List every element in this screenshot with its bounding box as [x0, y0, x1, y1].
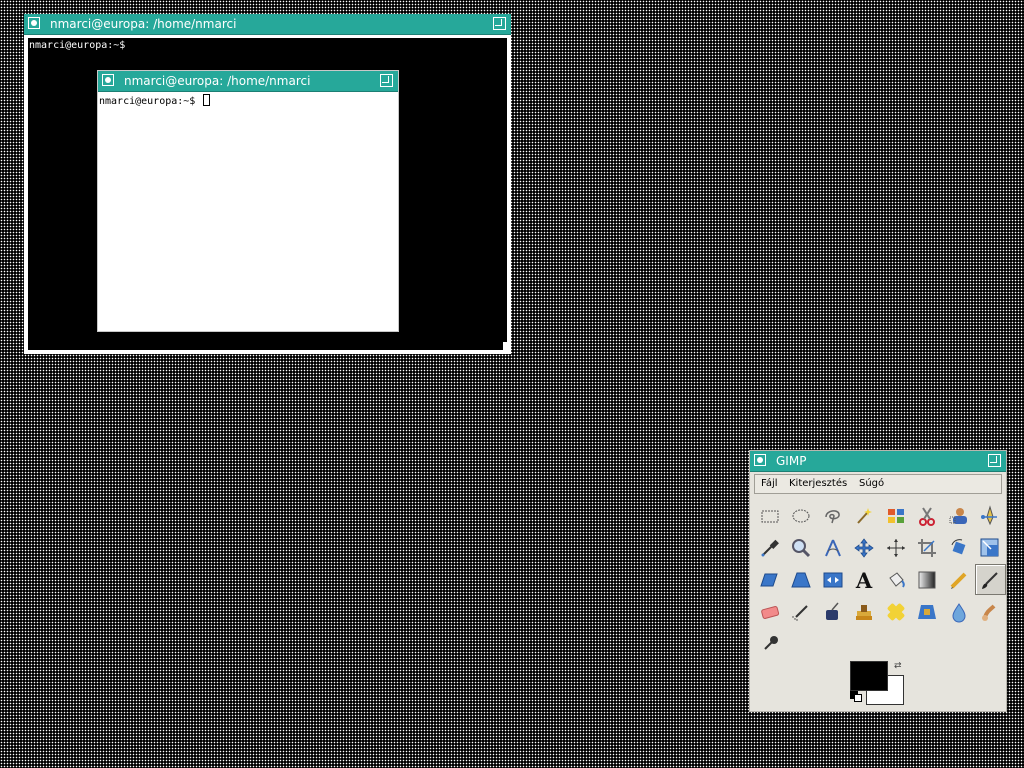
airbrush-icon [792, 604, 808, 621]
window-title: GIMP [776, 454, 807, 468]
color-select-icon [887, 508, 904, 523]
resize-grip[interactable] [503, 342, 511, 354]
scale-icon [980, 538, 999, 556]
smudge-tool-button[interactable] [975, 596, 1006, 627]
menu-help[interactable]: Súgó [859, 478, 884, 489]
heal-tool-button[interactable] [880, 596, 911, 627]
default-colors-icon[interactable] [850, 691, 862, 702]
align-icon [886, 538, 905, 557]
swap-colors-icon[interactable]: ⇄ [894, 661, 904, 671]
blur-icon [951, 602, 966, 622]
crop-icon [918, 538, 936, 557]
blend-icon [918, 571, 936, 588]
rect-select-tool-button[interactable] [754, 500, 785, 531]
shear-tool-button[interactable] [754, 564, 785, 595]
free-select-tool-button[interactable] [817, 500, 848, 531]
pencil-tool-button[interactable] [943, 564, 974, 595]
foreground-select-icon [949, 507, 967, 524]
text-tool-button[interactable]: A [849, 564, 880, 595]
heal-icon [887, 603, 904, 620]
foreground-color-swatch[interactable] [850, 661, 888, 691]
paths-icon [981, 504, 997, 525]
perspective-clone-icon [918, 604, 936, 619]
scale-tool-button[interactable] [975, 532, 1006, 563]
paintbrush-tool-button[interactable] [974, 564, 1006, 595]
foreground-select-tool-button[interactable] [943, 500, 974, 531]
text-cursor [203, 94, 211, 106]
pencil-icon [950, 572, 966, 589]
titlebar[interactable]: nmarci@europa: /home/nmarci [98, 71, 398, 92]
maximize-icon[interactable] [988, 454, 1001, 467]
bucket-fill-tool-button[interactable] [880, 564, 911, 595]
ink-icon [825, 602, 839, 620]
fuzzy-select-tool-button[interactable] [849, 500, 880, 531]
crop-tool-button[interactable] [912, 532, 943, 563]
flip-icon [823, 572, 842, 587]
align-tool-button[interactable] [880, 532, 911, 563]
ink-tool-button[interactable] [817, 596, 848, 627]
eraser-tool-button[interactable] [754, 596, 785, 627]
titlebar[interactable]: nmarci@europa: /home/nmarci [24, 14, 511, 35]
perspective-icon [791, 572, 811, 587]
menu-bar: Fájl Kiterjesztés Súgó [754, 474, 1002, 494]
terminal-output[interactable]: nmarci@europa:~$ [98, 92, 398, 331]
window-menu-icon[interactable] [754, 454, 766, 466]
perspective-tool-button[interactable] [786, 564, 817, 595]
color-picker-tool-button[interactable] [754, 532, 785, 563]
blur-tool-button[interactable] [943, 596, 974, 627]
rotate-tool-button[interactable] [943, 532, 974, 563]
svg-text:A: A [855, 569, 873, 591]
airbrush-tool-button[interactable] [786, 596, 817, 627]
fuzzy-select-icon [857, 507, 872, 524]
move-icon [854, 537, 874, 558]
window-title: nmarci@europa: /home/nmarci [124, 74, 311, 88]
dodge-burn-icon [763, 635, 778, 650]
rotate-icon [951, 538, 965, 554]
rect-select-icon [761, 510, 778, 522]
bucket-fill-icon [888, 571, 905, 588]
measure-tool-button[interactable] [817, 532, 848, 563]
menu-file[interactable]: Fájl [761, 478, 778, 489]
clone-tool-button[interactable] [849, 596, 880, 627]
window-title: nmarci@europa: /home/nmarci [50, 17, 237, 31]
window-menu-icon[interactable] [28, 17, 40, 29]
maximize-icon[interactable] [493, 17, 506, 30]
free-select-icon [824, 509, 840, 523]
zoom-icon [792, 538, 811, 557]
ellipse-select-icon [792, 509, 810, 522]
color-area: ⇄ [850, 661, 906, 705]
paths-tool-button[interactable] [975, 500, 1006, 531]
clone-icon [856, 604, 872, 620]
smudge-icon [982, 604, 996, 621]
paintbrush-icon [982, 571, 998, 589]
terminal-prompt: nmarci@europa:~$ [99, 96, 202, 107]
zoom-tool-button[interactable] [786, 532, 817, 563]
scissors-icon [919, 506, 935, 526]
titlebar[interactable]: GIMP [750, 451, 1006, 472]
perspective-clone-tool-button[interactable] [912, 596, 943, 627]
dodge-burn-tool-button[interactable] [754, 628, 785, 659]
menu-extensions[interactable]: Kiterjesztés [789, 478, 847, 489]
blend-tool-button[interactable] [912, 564, 943, 595]
gimp-toolbox-window[interactable]: GIMP Fájl Kiterjesztés Súgó A ⇄ [749, 450, 1007, 712]
terminal-window-2[interactable]: nmarci@europa: /home/nmarci nmarci@europ… [97, 70, 399, 332]
maximize-icon[interactable] [380, 74, 393, 87]
window-menu-icon[interactable] [102, 74, 114, 86]
text-icon: A [855, 569, 873, 591]
ellipse-select-tool-button[interactable] [786, 500, 817, 531]
shear-icon [759, 573, 778, 586]
color-select-tool-button[interactable] [880, 500, 911, 531]
color-picker-icon [761, 539, 779, 556]
move-tool-button[interactable] [849, 532, 880, 563]
flip-tool-button[interactable] [817, 564, 848, 595]
measure-icon [824, 539, 841, 556]
eraser-icon [760, 605, 779, 619]
terminal-prompt: nmarci@europa:~$ [29, 40, 126, 51]
tool-grid: A [754, 500, 1006, 660]
scissors-tool-button[interactable] [912, 500, 943, 531]
